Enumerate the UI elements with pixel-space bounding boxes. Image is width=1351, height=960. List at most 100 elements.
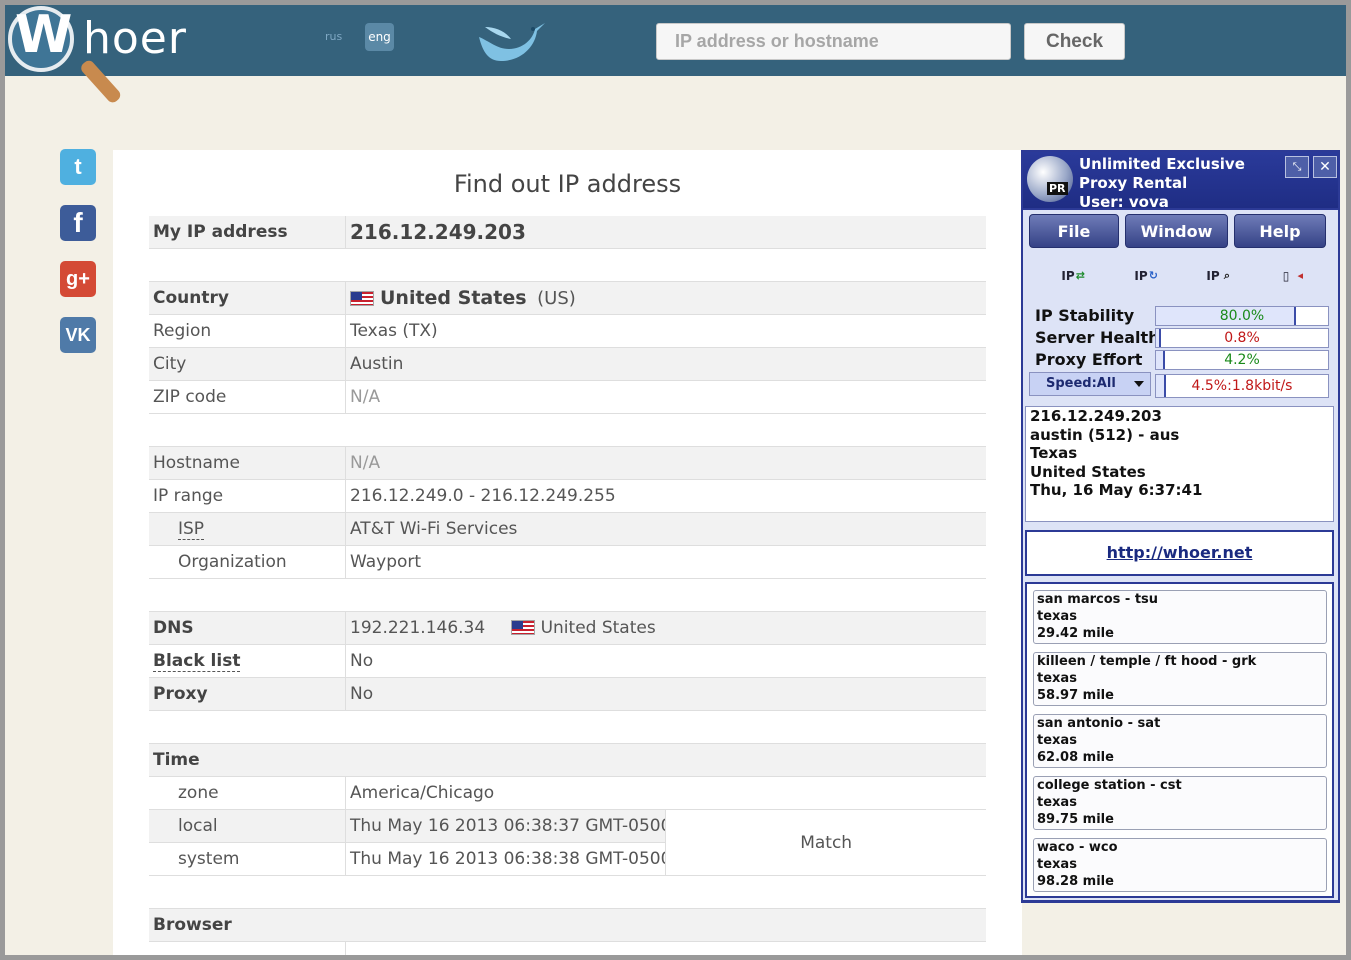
ip-hostname-input[interactable] [656,23,1011,60]
browser-heading: Browser [149,908,986,942]
bar-server-health: 0.8% [1155,328,1329,348]
facebook-share-icon[interactable]: f [60,205,96,241]
server-item[interactable]: killeen / temple / ft hood - grk texas 5… [1033,652,1327,706]
server-list: san marcos - tsu texas 29.42 mile killee… [1025,582,1334,898]
server-distance: 58.97 mile [1037,688,1114,703]
browser-page: W hoer rus eng Check t f g+ VK Find out … [5,5,1346,955]
speed-dropdown[interactable]: Speed:All [1029,372,1151,396]
row-browser-partial [149,941,986,955]
minimize-icon[interactable]: ⤡ [1285,156,1309,178]
organization-label: Organization [149,545,346,579]
ip-refresh-icon[interactable]: IP ↻ [1126,262,1158,290]
ip-range-value: 216.12.249.0 - 216.12.249.255 [345,479,986,513]
bar-value: 4.5%:1.8kbit/s [1191,378,1293,394]
close-icon[interactable]: ✕ [1313,156,1337,178]
info-state: Texas [1030,444,1078,462]
vk-share-icon[interactable]: VK [60,317,96,353]
speed-select-value: Speed:All [1046,376,1116,391]
server-item[interactable]: san marcos - tsu texas 29.42 mile [1033,590,1327,644]
isp-label[interactable]: ISP [178,519,205,540]
bar-value: 0.8% [1224,330,1260,346]
menu-file[interactable]: File [1029,214,1119,248]
country-label: Country [149,281,346,315]
zip-label: ZIP code [149,380,346,414]
page-title: Find out IP address [453,170,682,198]
region-label: Region [149,314,346,348]
row-spacer [149,248,986,282]
server-name: waco - wco [1037,840,1118,855]
row-spacer [149,875,986,909]
proxy-title-bar[interactable]: PR Unlimited Exclusive Proxy Rental User… [1023,152,1338,211]
row-zip: ZIP code N/A [149,380,986,414]
chevron-down-icon [1134,381,1144,387]
zip-value: N/A [345,380,986,414]
whoer-logo[interactable]: W hoer [5,5,205,115]
lang-rus-link[interactable]: rus [325,30,342,43]
google-plus-share-icon[interactable]: g+ [60,261,96,297]
site-header: W hoer rus eng Check [5,5,1346,105]
lang-eng-link[interactable]: eng [365,23,394,51]
city-label: City [149,347,346,381]
row-city: City Austin [149,347,986,381]
globe-icon: PR [1027,156,1073,202]
stat-label-server-health: Server Health [1035,328,1160,347]
local-value: Thu May 16 2013 06:38:37 GMT-0500 (CDT) [344,809,666,843]
row-blacklist: Black list No [149,644,986,678]
row-my-ip: My IP address 216.12.249.203 [149,216,986,249]
row-dns: DNS 192.221.146.34 United States [149,611,986,645]
title-user: User: vova [1079,193,1169,211]
system-value: Thu May 16 2013 06:38:38 GMT-0500 (Centr… [344,842,666,876]
server-name: san marcos - tsu [1037,592,1159,607]
magnifier-handle [78,58,123,105]
proxy-body: File Window Help IP ⇄ IP ↻ IP ⌕ ▯ ◂ IP Stabi… [1023,210,1338,900]
row-proxy: Proxy No [149,677,986,711]
info-ip: 216.12.249.203 [1030,407,1162,425]
ip-info-table: My IP address 216.12.249.203 Country Uni… [149,216,986,955]
server-name: college station - cst [1037,778,1182,793]
exit-icon[interactable]: ▯ ◂ [1271,262,1303,290]
row-local: local Thu May 16 2013 06:38:37 GMT-0500 … [149,809,986,876]
title-line-2: Proxy Rental [1079,174,1188,192]
us-flag-icon [510,620,535,635]
current-ip-info: 216.12.249.203 austin (512) - aus Texas … [1025,406,1334,522]
region-value: Texas (TX) [345,314,986,348]
server-distance: 98.28 mile [1037,874,1114,889]
server-distance: 29.42 mile [1037,626,1114,641]
server-item[interactable]: san antonio - sat texas 62.08 mile [1033,714,1327,768]
menu-help[interactable]: Help [1234,214,1326,248]
row-spacer [149,578,986,612]
server-item[interactable]: college station - cst texas 89.75 mile [1033,776,1327,830]
blacklist-label[interactable]: Black list [153,651,241,672]
dns-label: DNS [149,611,346,645]
main-content: Find out IP address My IP address 216.12… [113,150,1022,955]
country-name: United States [380,287,527,309]
my-ip-value[interactable]: 216.12.249.203 [345,216,986,249]
organization-value: Wayport [345,545,986,579]
server-state: texas [1037,609,1077,624]
twitter-share-icon[interactable]: t [60,149,96,185]
info-location: austin (512) - aus [1030,425,1180,444]
bar-proxy-effort: 4.2% [1155,350,1329,370]
ip-switch-icon[interactable]: IP ⇄ [1053,262,1085,290]
proxy-label: Proxy [149,677,346,711]
server-distance: 89.75 mile [1037,812,1114,827]
whoer-link[interactable]: http://whoer.net [1107,543,1253,562]
system-label: system [149,842,346,876]
ip-search-icon[interactable]: IP ⌕ [1198,262,1230,290]
stat-label-ip-stability: IP Stability [1035,306,1135,325]
city-value: Austin [345,347,986,381]
bar-ip-stability: 80.0% [1155,306,1329,326]
row-country: Country United States (US) [149,281,986,315]
dns-country: United States [540,618,656,638]
server-name: san antonio - sat [1037,716,1161,731]
server-item[interactable]: waco - wco texas 98.28 mile [1033,838,1327,892]
logo-text: hoer [83,13,187,64]
server-state: texas [1037,671,1077,686]
check-button[interactable]: Check [1024,23,1125,60]
proxy-rental-window: PR Unlimited Exclusive Proxy Rental User… [1021,150,1340,903]
row-organization: Organization Wayport [149,545,986,579]
twitter-bird-icon[interactable] [475,19,547,65]
blacklist-cell: Black list [149,644,346,678]
menu-window[interactable]: Window [1125,214,1228,248]
server-distance: 62.08 mile [1037,750,1114,765]
